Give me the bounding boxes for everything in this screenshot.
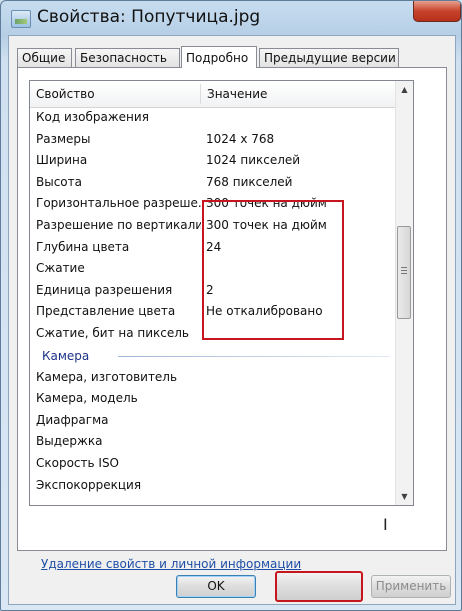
property-value: 300 точек на дюйм	[206, 196, 327, 211]
group-header-camera[interactable]: Камера	[30, 345, 400, 367]
property-name: Камера, модель	[36, 391, 138, 406]
ok-button[interactable]: OK	[176, 575, 256, 598]
details-panel: Свойство Значение Код изображения Размер…	[17, 67, 447, 571]
property-name: Горизонтальное разреше...	[36, 196, 201, 211]
list-item[interactable]: Горизонтальное разреше... 300 точек на дю…	[30, 193, 400, 215]
tab-security[interactable]: Безопасность	[75, 48, 180, 67]
property-name: Размеры	[36, 131, 91, 146]
vertical-scrollbar[interactable]: ▲ ▼	[395, 81, 413, 505]
group-label: Камера	[42, 348, 90, 363]
list-item[interactable]: Выдержка	[30, 431, 400, 453]
list-item[interactable]: Размеры 1024 x 768	[30, 129, 400, 151]
property-name: Код изображения	[36, 110, 149, 124]
scroll-thumb[interactable]	[397, 226, 411, 319]
property-value: 1024 пикселей	[206, 153, 301, 168]
tab-details[interactable]: Подробно	[181, 46, 257, 68]
property-name: Ширина	[36, 153, 88, 168]
property-value: 24	[206, 239, 222, 254]
property-value: 1024 x 768	[206, 131, 275, 146]
grip-icon	[401, 267, 407, 268]
list-item[interactable]: Ширина 1024 пикселей	[30, 150, 400, 172]
apply-button: Применить	[371, 575, 451, 598]
property-value: 2	[206, 282, 214, 297]
list-item[interactable]: Экспокоррекция	[30, 475, 400, 497]
list-rows: Код изображения Размеры 1024 x 768 Ширина…	[30, 107, 400, 496]
properties-window: Свойства: Попутчица.jpg Общие Безопаснос…	[0, 0, 462, 611]
list-header: Свойство Значение	[30, 81, 400, 108]
property-name: Выдержка	[36, 434, 103, 449]
property-name: Скорость ISO	[36, 455, 120, 470]
property-name: Представление цвета	[36, 304, 176, 319]
list-item[interactable]: Разрешение по вертикали 300 точек на дюйм	[30, 215, 400, 237]
list-item[interactable]: Код изображения	[30, 107, 400, 129]
scroll-down-arrow-icon[interactable]: ▼	[396, 488, 413, 505]
property-name: Высота	[36, 174, 82, 189]
property-name: Разрешение по вертикали	[36, 217, 201, 232]
dialog-client: Общие Безопасность Подробно Предыдущие в…	[8, 35, 456, 605]
title-bar[interactable]: Свойства: Попутчица.jpg	[1, 1, 461, 35]
list-item[interactable]: Камера, модель	[30, 388, 400, 410]
property-value: 768 пикселей	[206, 174, 293, 189]
list-item[interactable]: Сжатие, бит на пиксель	[30, 323, 400, 345]
property-name: Экспокоррекция	[36, 477, 142, 492]
image-file-icon	[11, 10, 31, 28]
close-button[interactable]	[413, 1, 461, 22]
list-item[interactable]: Диафрагма	[30, 410, 400, 432]
tab-general[interactable]: Общие	[17, 48, 72, 67]
property-name: Единица разрешения	[36, 282, 173, 297]
list-item[interactable]: Глубина цвета 24	[30, 237, 400, 259]
property-value: Не откалибровано	[206, 304, 323, 319]
list-item[interactable]: Представление цвета Не откалибровано	[30, 301, 400, 323]
property-name: Диафрагма	[36, 412, 109, 427]
property-name: Сжатие, бит на пиксель	[36, 325, 189, 340]
scroll-up-arrow-icon[interactable]: ▲	[396, 81, 413, 98]
text-cursor-icon: I	[383, 515, 388, 534]
list-item[interactable]: Единица разрешения 2	[30, 280, 400, 302]
list-item[interactable]: Высота 768 пикселей	[30, 172, 400, 194]
remove-properties-link[interactable]: Удаление свойств и личной информации	[41, 557, 301, 571]
properties-list[interactable]: Свойство Значение Код изображения Размер…	[29, 80, 414, 506]
list-item[interactable]: Камера, изготовитель	[30, 367, 400, 389]
property-name: Камера, изготовитель	[36, 369, 178, 384]
window-title: Свойства: Попутчица.jpg	[37, 7, 261, 27]
list-item[interactable]: Скорость ISO	[30, 453, 400, 475]
property-value: 300 точек на дюйм	[206, 217, 327, 232]
property-name: Сжатие	[36, 261, 85, 276]
column-header-value[interactable]: Значение	[201, 81, 267, 107]
column-header-property[interactable]: Свойство	[30, 81, 95, 107]
list-item[interactable]: Сжатие	[30, 258, 400, 280]
group-divider	[118, 355, 390, 357]
tab-previous-versions[interactable]: Предыдущие версии	[259, 48, 399, 67]
cancel-button[interactable]: Отмена	[279, 575, 359, 598]
property-name: Глубина цвета	[36, 239, 130, 254]
